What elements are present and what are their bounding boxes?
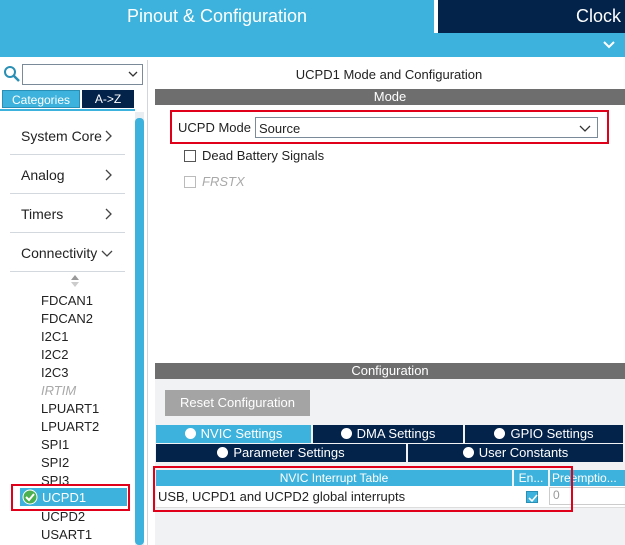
tab-nvic-settings[interactable]: NVIC Settings <box>156 425 311 443</box>
chevron-down-icon[interactable] <box>601 37 617 53</box>
sort-icon[interactable] <box>70 275 80 287</box>
scrollbar-thumb[interactable] <box>135 118 144 545</box>
list-item-i2c3[interactable]: I2C3 <box>41 365 68 380</box>
chevron-right-icon <box>105 208 112 220</box>
category-label: Analog <box>21 167 65 183</box>
tab-parameter-settings[interactable]: Parameter Settings <box>156 444 406 462</box>
frstx-label: FRSTX <box>202 174 245 189</box>
tab-label: NVIC Settings <box>200 426 283 441</box>
check-icon <box>494 428 506 439</box>
list-item-spi1[interactable]: SPI1 <box>41 437 69 452</box>
check-icon <box>462 447 474 458</box>
chevron-down-icon[interactable] <box>127 68 139 80</box>
panel-title: UCPD1 Mode and Configuration <box>295 67 483 82</box>
list-item-lpuart2[interactable]: LPUART2 <box>41 419 99 434</box>
search-row <box>0 62 148 86</box>
tab-label: Parameter Settings <box>233 445 345 460</box>
tab-label: GPIO Settings <box>510 426 594 441</box>
search-input[interactable] <box>22 64 143 85</box>
highlight-box <box>170 110 609 144</box>
list-item-ucpd2[interactable]: UCPD2 <box>41 509 85 524</box>
category-label: Connectivity <box>21 245 98 261</box>
chevron-right-icon <box>105 130 112 142</box>
tab-label: DMA Settings <box>356 426 436 441</box>
tab-label: User Constants <box>478 445 569 460</box>
tab-gpio-settings[interactable]: GPIO Settings <box>465 425 623 443</box>
header-subbar <box>0 33 625 57</box>
tab-user-constants[interactable]: User Constants <box>408 444 623 462</box>
category-analog[interactable]: Analog <box>10 156 125 194</box>
mode-section-header: Mode <box>155 89 625 105</box>
check-icon <box>340 428 352 439</box>
list-item-i2c1[interactable]: I2C1 <box>41 329 68 344</box>
list-item-lpuart1[interactable]: LPUART1 <box>41 401 99 416</box>
list-item-spi2[interactable]: SPI2 <box>41 455 69 470</box>
category-label: System Core <box>21 128 102 144</box>
chevron-right-icon <box>105 169 112 181</box>
configuration-section-header: Configuration <box>155 363 625 379</box>
category-label: Timers <box>21 206 64 222</box>
tab-pinout-configuration[interactable]: Pinout & Configuration <box>0 0 434 33</box>
frstx-checkbox <box>184 176 196 188</box>
chevron-down-icon <box>101 250 113 257</box>
dead-battery-label: Dead Battery Signals <box>202 148 325 163</box>
list-item-fdcan2[interactable]: FDCAN2 <box>41 311 93 326</box>
categories-panel: Categories A->Z System Core Analog Timer… <box>0 60 148 545</box>
highlight-box <box>153 466 573 512</box>
tab-categories[interactable]: Categories <box>2 90 80 108</box>
check-icon <box>184 428 196 439</box>
app-window: Pinout & Configuration Clock Categories … <box>0 0 625 545</box>
list-item-usart1[interactable]: USART1 <box>41 527 92 542</box>
category-connectivity[interactable]: Connectivity <box>10 234 125 272</box>
tab-clock-configuration[interactable]: Clock <box>438 0 625 33</box>
category-timers[interactable]: Timers <box>10 195 125 233</box>
list-item-fdcan1[interactable]: FDCAN1 <box>41 293 93 308</box>
check-icon <box>217 447 229 458</box>
list-item-i2c2[interactable]: I2C2 <box>41 347 68 362</box>
dead-battery-checkbox[interactable] <box>184 150 196 162</box>
search-icon <box>4 66 20 82</box>
highlight-box <box>11 484 130 511</box>
list-item-irtim[interactable]: IRTIM <box>41 383 76 398</box>
divider <box>0 109 135 111</box>
tab-a-to-z[interactable]: A->Z <box>82 90 134 108</box>
reset-configuration-button[interactable]: Reset Configuration <box>165 390 310 416</box>
category-system-core[interactable]: System Core <box>10 117 125 155</box>
mode-configuration-panel: UCPD1 Mode and Configuration Mode UCPD M… <box>153 60 625 545</box>
tab-dma-settings[interactable]: DMA Settings <box>313 425 463 443</box>
